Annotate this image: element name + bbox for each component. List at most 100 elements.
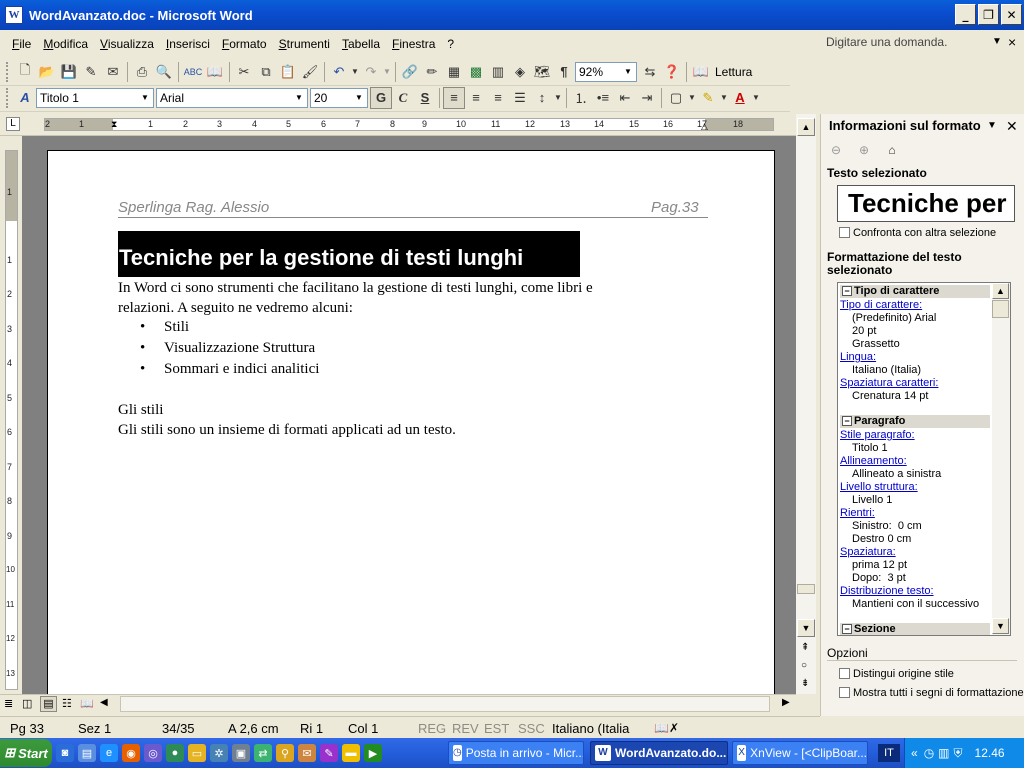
borders-icon[interactable]: ▢ xyxy=(665,87,687,109)
hyperlink-icon[interactable]: 🔗 xyxy=(399,61,421,83)
task-pane-close-icon[interactable]: ✕ xyxy=(1006,118,1018,135)
collapse-icon[interactable]: − xyxy=(842,416,852,426)
drawing-icon[interactable]: ◈ xyxy=(509,61,531,83)
quicklaunch-desktop-icon[interactable]: ◙ xyxy=(56,744,74,762)
minimize-button[interactable]: _ xyxy=(955,4,976,25)
list-item[interactable]: • Stili xyxy=(140,319,189,336)
outline-view-icon[interactable]: ☷ xyxy=(62,697,72,710)
task-pane-dropdown-icon[interactable]: ▼ xyxy=(987,120,997,131)
font-size-dropdown-icon[interactable]: ▼ xyxy=(352,90,366,106)
justify-icon[interactable]: ☰ xyxy=(509,87,531,109)
zoom-dropdown-icon[interactable]: ▼ xyxy=(621,64,635,80)
status-overtype[interactable]: SSC xyxy=(518,721,545,736)
menu-visualizza[interactable]: Visualizza xyxy=(94,37,160,51)
print-icon[interactable]: ⎙ xyxy=(131,61,153,83)
tray-expand-icon[interactable]: « xyxy=(911,746,918,760)
styles-formatting-icon[interactable]: A xyxy=(14,87,36,109)
spelling-icon[interactable]: ABC xyxy=(182,61,204,83)
bullets-icon[interactable]: •≡ xyxy=(592,87,614,109)
scroll-thumb[interactable] xyxy=(797,584,815,594)
home-icon[interactable]: ⌂ xyxy=(881,141,903,159)
insert-excel-icon[interactable]: ▩ xyxy=(465,61,487,83)
indent-marker-icon[interactable]: ⧗ xyxy=(111,119,117,130)
outline-level-link[interactable]: Livello struttura: xyxy=(840,481,918,493)
research-icon[interactable]: 📖 xyxy=(204,61,226,83)
paragraph-line[interactable]: relazioni. A seguito ne vedremo alcuni: xyxy=(118,298,353,318)
open-icon[interactable]: 📂 xyxy=(36,61,58,83)
forward-icon[interactable]: ⊕ xyxy=(853,141,875,159)
spelling-status-icon[interactable]: 📖✗ xyxy=(654,721,679,735)
web-view-icon[interactable]: ◫ xyxy=(22,697,32,710)
scroll-left-icon[interactable]: ◀ xyxy=(100,697,108,708)
quicklaunch-media-icon[interactable]: ◎ xyxy=(144,744,162,762)
scroll-down-icon[interactable]: ▼ xyxy=(797,619,815,637)
align-center-icon[interactable]: ≡ xyxy=(465,87,487,109)
list-item[interactable]: • Visualizzazione Struttura xyxy=(140,340,315,357)
paragraph-line[interactable]: In Word ci sono strumenti che facilitano… xyxy=(118,278,593,298)
email-icon[interactable]: ✉ xyxy=(102,61,124,83)
style-dropdown-icon[interactable]: ▼ xyxy=(138,90,152,106)
paste-icon[interactable]: 📋 xyxy=(277,61,299,83)
undo-dropdown-icon[interactable]: ▼ xyxy=(350,61,360,83)
permission-icon[interactable]: ✎ xyxy=(80,61,102,83)
bold-button[interactable]: G xyxy=(370,86,392,109)
clock[interactable]: 12.46 xyxy=(975,746,1005,760)
spacing-link[interactable]: Spaziatura: xyxy=(840,546,896,558)
subheading[interactable]: Gli stili xyxy=(118,400,163,420)
alignment-link[interactable]: Allineamento: xyxy=(840,455,907,467)
reading-view-icon[interactable]: 📖 xyxy=(80,697,94,710)
back-icon[interactable]: ⊖ xyxy=(825,141,847,159)
tray-network-icon[interactable]: ▥ xyxy=(938,746,949,760)
font-link[interactable]: Tipo di carattere: xyxy=(840,299,922,311)
document-close-icon[interactable]: × xyxy=(1008,34,1016,50)
quicklaunch-explorer-icon[interactable]: ▬ xyxy=(342,744,360,762)
quicklaunch-firefox-icon[interactable]: ◉ xyxy=(122,744,140,762)
borders-dropdown-icon[interactable]: ▼ xyxy=(687,87,697,109)
highlight-dropdown-icon[interactable]: ▼ xyxy=(719,87,729,109)
menu-file[interactable]: File xyxy=(6,37,37,51)
ask-question-input[interactable]: Digitare una domanda. xyxy=(826,35,947,49)
compare-checkbox[interactable] xyxy=(839,227,850,238)
tables-borders-icon[interactable]: ✏ xyxy=(421,61,443,83)
list-scroll-up-icon[interactable]: ▲ xyxy=(992,283,1009,299)
undo-icon[interactable]: ↶ xyxy=(328,61,350,83)
distinguish-style-checkbox[interactable] xyxy=(839,668,850,679)
start-button[interactable]: ⊞ Start xyxy=(0,739,52,767)
list-item[interactable]: • Sommari e indici analitici xyxy=(140,361,319,378)
menu-inserisci[interactable]: Inserisci xyxy=(160,37,216,51)
section-section-header[interactable]: − Sezione xyxy=(840,623,990,635)
underline-button[interactable]: S xyxy=(414,87,436,109)
quicklaunch-ie-icon[interactable]: e xyxy=(100,744,118,762)
menu-formato[interactable]: Formato xyxy=(216,37,273,51)
tray-app-icon[interactable]: ◷ xyxy=(924,746,934,760)
normal-view-icon[interactable]: ≣ xyxy=(4,697,13,710)
align-right-icon[interactable]: ≡ xyxy=(487,87,509,109)
show-marks-checkbox[interactable] xyxy=(839,687,850,698)
columns-icon[interactable]: ▥ xyxy=(487,61,509,83)
right-indent-marker-icon[interactable]: △ xyxy=(701,121,708,130)
vertical-ruler[interactable]: 1 1 2 3 4 5 6 7 8 9 10 11 12 13 xyxy=(5,150,18,690)
restore-button[interactable]: ❐ xyxy=(978,4,999,25)
status-language[interactable]: Italiano (Italia xyxy=(552,721,629,736)
task-xnview[interactable]: X XnView - [<ClipBoar... xyxy=(732,741,868,765)
vertical-scrollbar[interactable]: ▲ ▼ ⇞ ○ ⇟ xyxy=(796,114,816,694)
reading-icon[interactable]: 📖 xyxy=(690,61,712,83)
close-button[interactable]: ✕ xyxy=(1001,4,1022,25)
highlight-icon[interactable]: ✎ xyxy=(697,87,719,109)
list-scroll-thumb[interactable] xyxy=(992,300,1009,318)
task-pane-title[interactable]: Informazioni sul formato xyxy=(829,118,981,133)
quicklaunch-calc-icon[interactable]: ▤ xyxy=(78,744,96,762)
toolbar-grip[interactable] xyxy=(6,87,10,108)
text-flow-link[interactable]: Distribuzione testo: xyxy=(840,585,934,597)
quicklaunch-player-icon[interactable]: ▶ xyxy=(364,744,382,762)
task-outlook[interactable]: ◷ Posta in arrivo - Micr... xyxy=(448,741,584,765)
status-record-macro[interactable]: REG xyxy=(418,721,446,736)
paragraph-section-header[interactable]: − Paragrafo xyxy=(840,415,990,428)
menu-modifica[interactable]: Modifica xyxy=(37,37,94,51)
cut-icon[interactable]: ✂ xyxy=(233,61,255,83)
document-page[interactable]: Sperlinga Rag. Alessio Pag.33 Tecniche p… xyxy=(47,150,775,694)
quicklaunch-green-icon[interactable]: ● xyxy=(166,744,184,762)
font-color-dropdown-icon[interactable]: ▼ xyxy=(751,87,761,109)
task-word[interactable]: W WordAvanzato.do... xyxy=(590,741,728,765)
italic-button[interactable]: C xyxy=(392,87,414,109)
